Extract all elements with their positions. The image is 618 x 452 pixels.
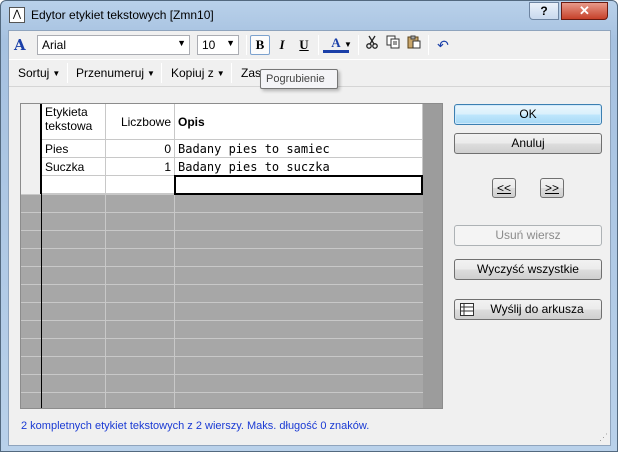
move-right-label: >> bbox=[544, 181, 559, 195]
table-cell-label[interactable]: Suczka bbox=[42, 158, 106, 176]
move-right-button[interactable]: >> bbox=[540, 178, 564, 198]
font-name-select[interactable]: Arial ▼ bbox=[37, 35, 190, 55]
row-header[interactable] bbox=[21, 158, 41, 176]
help-button[interactable]: ? bbox=[529, 2, 559, 20]
row-header[interactable] bbox=[21, 176, 41, 194]
copy-icon[interactable] bbox=[383, 35, 403, 55]
paste-icon[interactable] bbox=[404, 35, 424, 55]
cancel-button[interactable]: Anuluj bbox=[454, 133, 602, 154]
grid-vertical-strip bbox=[423, 104, 442, 408]
toolbar-separator bbox=[161, 63, 162, 83]
bold-tooltip: Pogrubienie bbox=[260, 69, 338, 89]
copy-from-menu[interactable]: Kopiuj z ▼ bbox=[171, 66, 225, 80]
clear-all-button[interactable]: Wyczyść wszystkie bbox=[454, 259, 602, 280]
table-cell-description[interactable]: Badany pies to samiec bbox=[175, 140, 423, 158]
toolbar-separator bbox=[231, 63, 232, 83]
table-cell-value[interactable]: 0 bbox=[106, 140, 175, 158]
title-bar[interactable]: ⋀ Edytor etykiet tekstowych [Zmn10] ? ✕ bbox=[1, 1, 617, 30]
table-cell-label[interactable] bbox=[42, 176, 106, 194]
table-cell-label[interactable]: Pies bbox=[42, 140, 106, 158]
toolbar-separator bbox=[428, 35, 429, 55]
underline-button[interactable]: U bbox=[294, 35, 314, 55]
column-header-label[interactable]: Etykieta tekstowa bbox=[42, 104, 106, 140]
font-toolbar: A Arial ▼ 10 ▼ B I U A ▼ ↶ bbox=[9, 31, 610, 59]
move-left-label: << bbox=[496, 181, 511, 195]
toolbar-separator bbox=[246, 35, 247, 55]
delete-row-button[interactable]: Usuń wiersz bbox=[454, 225, 602, 246]
font-name-value: Arial bbox=[42, 38, 67, 52]
table-cell-description[interactable]: Badany pies to suczka bbox=[175, 158, 423, 176]
replace-menu-label: Zas bbox=[241, 66, 262, 80]
toolbar-separator bbox=[67, 63, 68, 83]
chevron-down-icon: ▼ bbox=[226, 38, 235, 48]
spreadsheet-icon bbox=[460, 303, 474, 322]
chevron-down-icon: ▼ bbox=[147, 69, 155, 78]
status-text: 2 kompletnych etykiet tekstowych z 2 wie… bbox=[21, 420, 370, 432]
row-header[interactable] bbox=[21, 140, 41, 158]
renumber-menu-label: Przenumeruj bbox=[76, 66, 145, 80]
table-cell-value[interactable]: 1 bbox=[106, 158, 175, 176]
sort-menu-label: Sortuj bbox=[18, 66, 50, 80]
font-icon[interactable]: A bbox=[14, 36, 26, 54]
active-cell-description[interactable] bbox=[174, 175, 423, 195]
font-color-icon: A bbox=[331, 35, 341, 50]
toolbar-separator bbox=[318, 35, 319, 55]
ok-button[interactable]: OK bbox=[454, 104, 602, 125]
chevron-down-icon[interactable]: ▼ bbox=[343, 35, 353, 55]
sort-menu[interactable]: Sortuj ▼ bbox=[18, 66, 60, 80]
chevron-down-icon: ▼ bbox=[216, 69, 225, 78]
close-button[interactable]: ✕ bbox=[561, 2, 608, 20]
dialog-client-area: A Arial ▼ 10 ▼ B I U A ▼ ↶ Sortuj ▼ Prze… bbox=[8, 30, 611, 446]
column-header-description[interactable]: Opis bbox=[175, 104, 423, 140]
font-size-value: 10 bbox=[202, 38, 216, 52]
cut-icon[interactable] bbox=[362, 35, 382, 55]
move-left-button[interactable]: << bbox=[492, 178, 516, 198]
italic-button[interactable]: I bbox=[272, 35, 292, 55]
toolbar-separator bbox=[358, 35, 359, 55]
window-title: Edytor etykiet tekstowych [Zmn10] bbox=[31, 8, 214, 22]
chevron-down-icon: ▼ bbox=[177, 38, 186, 48]
dialog-window: ⋀ Edytor etykiet tekstowych [Zmn10] ? ✕ … bbox=[0, 0, 618, 452]
undo-icon[interactable]: ↶ bbox=[433, 35, 453, 55]
copy-from-menu-label: Kopiuj z bbox=[171, 66, 214, 80]
send-to-sheet-label: Wyślij do arkusza bbox=[490, 302, 584, 316]
send-to-sheet-button[interactable]: Wyślij do arkusza bbox=[454, 299, 602, 320]
bold-button[interactable]: B bbox=[250, 35, 270, 55]
app-icon: ⋀ bbox=[9, 7, 25, 23]
chevron-down-icon: ▼ bbox=[52, 69, 61, 78]
renumber-menu[interactable]: Przenumeruj ▼ bbox=[76, 66, 155, 80]
font-size-select[interactable]: 10 ▼ bbox=[197, 35, 239, 55]
resize-grip-icon[interactable]: ⋰ bbox=[596, 431, 608, 443]
column-header-value[interactable]: Liczbowe bbox=[106, 104, 175, 140]
table-cell-value[interactable] bbox=[106, 176, 175, 194]
replace-menu[interactable]: Zas bbox=[241, 66, 261, 80]
labels-grid[interactable]: Etykieta tekstowa Liczbowe Opis Pies 0 B… bbox=[20, 103, 443, 409]
corner-header bbox=[21, 104, 41, 140]
